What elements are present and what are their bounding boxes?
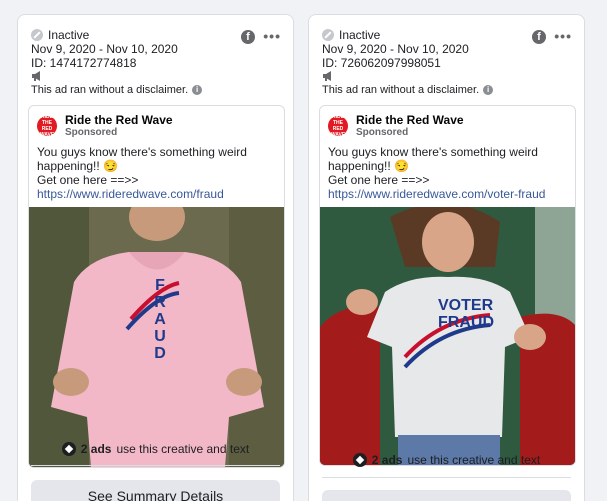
ad-text-line-2: Get one here ==>> [37,173,139,187]
summary-count: 2 ads [371,453,403,467]
see-summary-details-button[interactable]: See Summary Details [31,480,280,501]
more-options-icon[interactable]: ••• [263,28,281,44]
megaphone-icon [32,71,40,81]
page-name[interactable]: Ride the Red Wave [65,113,173,127]
ad-link[interactable]: https://www.rideredwave.com/fraud [37,187,224,201]
summary-text: use this creative and text [116,442,250,456]
disclaimer-text: This ad ran without a disclaimer. [31,84,189,96]
sponsored-label: Sponsored [65,127,118,138]
ad-id: ID: 1474172774818 [31,56,137,70]
page-logo[interactable]: RIDE THE RED WAVE [37,113,57,138]
status-text: Inactive [339,28,381,42]
facebook-icon: f [241,30,255,44]
summary-text: use this creative and text [407,453,541,467]
facebook-icon: f [532,30,546,44]
divider [322,477,571,478]
ad-dates: Nov 9, 2020 - Nov 10, 2020 [31,42,178,56]
page-logo[interactable]: RIDE THE RED WAVE [328,113,348,138]
ad-text-line-1: You guys know there's something weird ha… [328,145,538,173]
page-logo-text: RIDE THE RED WAVE [39,113,55,138]
see-summary-details-button[interactable]: See Summary Details [322,490,571,501]
megaphone-icon [323,71,331,81]
inactive-status-icon [31,29,43,41]
disclaimer-row: This ad ran without a disclaimer. i [322,84,494,96]
status-text: Inactive [48,28,90,42]
info-icon[interactable]: i [483,85,494,95]
ad-text-line-1: You guys know there's something weird ha… [37,145,247,173]
creative-summary: 2 ads use this creative and text [18,442,293,456]
ad-body-text: You guys know there's something weird ha… [29,142,284,207]
ad-link[interactable]: https://www.rideredwave.com/voter-fraud [328,187,545,201]
status-row: Inactive [322,28,380,42]
ad-card: Inactive f ••• Nov 9, 2020 - Nov 10, 202… [308,14,585,501]
ad-dates: Nov 9, 2020 - Nov 10, 2020 [322,42,469,56]
shirt-text-fraud: FRAUD [154,277,166,362]
ad-image[interactable]: FRAUD [29,207,284,467]
layers-icon [61,442,76,456]
ad-creative: RIDE THE RED WAVE Ride the Red Wave Spon… [28,105,285,468]
page-name[interactable]: Ride the Red Wave [356,113,464,127]
ad-body-text: You guys know there's something weird ha… [320,142,575,207]
creative-summary: 2 ads use this creative and text [309,453,584,467]
page-header: RIDE THE RED WAVE Ride the Red Wave Spon… [29,106,284,142]
page-logo-text: RIDE THE RED WAVE [330,113,346,138]
disclaimer-text: This ad ran without a disclaimer. [322,84,480,96]
ad-image[interactable]: VOTER FRAUD [320,207,575,465]
ad-creative: RIDE THE RED WAVE Ride the Red Wave Spon… [319,105,576,466]
status-row: Inactive [31,28,89,42]
ad-id: ID: 726062097998051 [322,56,441,70]
shirt-text-voter: VOTER [438,297,494,314]
page-header: RIDE THE RED WAVE Ride the Red Wave Spon… [320,106,575,142]
shirt-text-fraud: FRAUD [438,314,494,331]
info-icon[interactable]: i [192,85,203,95]
summary-count: 2 ads [80,442,112,456]
sponsored-label: Sponsored [356,127,409,138]
tshirt-photo [320,207,575,465]
disclaimer-row: This ad ran without a disclaimer. i [31,84,203,96]
layers-icon [352,453,367,467]
divider [31,465,280,466]
ad-card: Inactive f ••• Nov 9, 2020 - Nov 10, 202… [17,14,294,501]
inactive-status-icon [322,29,334,41]
ad-text-line-2: Get one here ==>> [328,173,430,187]
more-options-icon[interactable]: ••• [554,28,572,44]
